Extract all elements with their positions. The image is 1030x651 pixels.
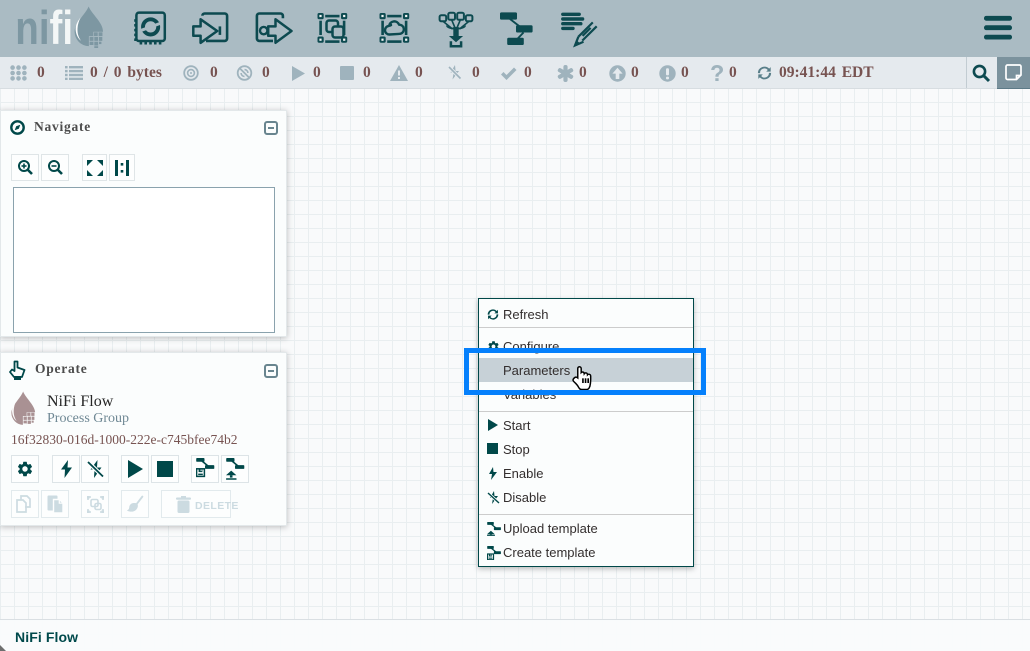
svg-text:nifi: nifi — [15, 2, 73, 52]
